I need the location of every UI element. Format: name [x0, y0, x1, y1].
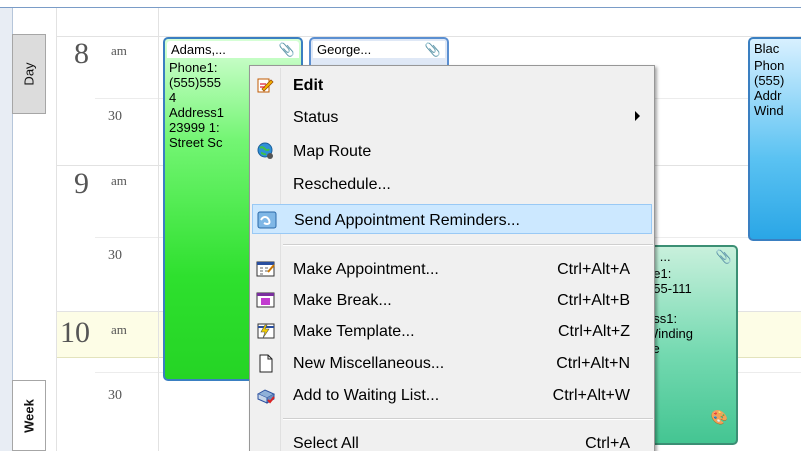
- paperclip-icon: 📎: [715, 249, 732, 264]
- hour-label-8: 8: [74, 37, 89, 70]
- menu-item-shortcut: Ctrl+A: [585, 435, 630, 451]
- hour-suffix-8: am: [111, 43, 127, 58]
- hour-suffix-9: am: [111, 173, 127, 188]
- menu-item-label: Make Appointment...: [293, 261, 439, 278]
- menu-item-make-break[interactable]: Make Break... Ctrl+Alt+B: [252, 285, 652, 315]
- header-divider: [0, 7, 801, 8]
- menu-item-add-waiting-list[interactable]: Add to Waiting List... Ctrl+Alt+W: [252, 380, 652, 410]
- menu-item-make-template[interactable]: Make Template... Ctrl+Alt+Z: [252, 316, 652, 346]
- menu-item-shortcut: Ctrl+Alt+A: [557, 261, 630, 278]
- menu-item-label: Make Template...: [293, 323, 415, 340]
- day-view-tab[interactable]: Day: [12, 34, 46, 114]
- menu-item-reschedule[interactable]: Reschedule...: [252, 169, 652, 199]
- appointment-george-title: George...: [317, 42, 372, 57]
- week-tab-label: Week: [21, 398, 37, 433]
- menu-item-shortcut: Ctrl+Alt+W: [552, 387, 630, 404]
- half-label-830: 30: [108, 109, 122, 124]
- menu-item-edit[interactable]: Edit: [252, 70, 652, 100]
- paperclip-icon: 📎: [278, 42, 295, 57]
- menu-item-label: Select All: [293, 435, 359, 451]
- menu-item-shortcut: Ctrl+Alt+B: [557, 292, 630, 309]
- menu-item-select-all[interactable]: Select All Ctrl+A: [252, 428, 652, 451]
- appointment-black-details: Phon (555) Addr Wind: [754, 58, 785, 118]
- half-label-930: 30: [108, 248, 122, 263]
- menu-item-label: Map Route: [293, 143, 372, 160]
- appointment-black-title: Blac: [754, 41, 780, 56]
- globe-map-icon: [256, 141, 276, 161]
- menu-separator-highlight: [283, 245, 653, 246]
- menu-item-make-appointment[interactable]: Make Appointment... Ctrl+Alt+A: [252, 254, 652, 284]
- context-menu: Edit Status Map Route Reschedule... Send…: [249, 65, 655, 451]
- document-icon: [256, 353, 276, 373]
- top-header-strip: [0, 0, 801, 8]
- half-label-1030: 30: [108, 388, 122, 403]
- calendar-appointment-icon: [256, 259, 276, 279]
- day-col-divider: [158, 8, 159, 451]
- menu-item-send-reminders[interactable]: Send Appointment Reminders...: [252, 204, 652, 234]
- menu-item-label: New Miscellaneous...: [293, 355, 445, 372]
- menu-item-label: Make Break...: [293, 292, 392, 309]
- appointment-black[interactable]: Blac Phon (555) Addr Wind: [748, 37, 801, 241]
- send-reminder-icon: [257, 210, 277, 230]
- edit-pencil-icon: [256, 75, 276, 95]
- menu-separator-highlight: [283, 419, 653, 420]
- day-tab-label: Day: [21, 62, 37, 86]
- palette-icon: 🎨: [710, 409, 728, 425]
- waiting-list-icon: [256, 385, 276, 405]
- menu-item-label: Add to Waiting List...: [293, 387, 440, 404]
- week-view-tab[interactable]: Week: [12, 380, 46, 451]
- appointment-adams-title: Adams,...: [171, 42, 226, 57]
- menu-item-status[interactable]: Status: [252, 102, 652, 132]
- menu-item-shortcut: Ctrl+Alt+N: [556, 355, 630, 372]
- time-col-divider: [56, 8, 57, 451]
- menu-item-label: Status: [293, 109, 339, 126]
- hour-label-9: 9: [74, 167, 89, 200]
- menu-item-shortcut: Ctrl+Alt+Z: [557, 323, 630, 340]
- menu-item-label: Reschedule...: [293, 176, 391, 193]
- hour-label-10: 10: [60, 316, 90, 349]
- break-calendar-icon: [256, 290, 276, 310]
- template-icon: [256, 321, 276, 341]
- menu-item-label: Edit: [293, 77, 324, 94]
- scheduler-window: Day Week 8 am 30 9 am 30 10 am 30 Adams,…: [0, 0, 801, 451]
- appointment-teal-details: ne1: 555-111 ess1: Winding ce: [646, 266, 693, 356]
- menu-item-new-miscellaneous[interactable]: New Miscellaneous... Ctrl+Alt+N: [252, 348, 652, 378]
- menu-item-label: Send Appointment Reminders...: [294, 212, 520, 229]
- paperclip-icon: 📎: [424, 42, 441, 57]
- menu-item-map-route[interactable]: Map Route: [252, 136, 652, 166]
- hour-suffix-10: am: [111, 322, 127, 337]
- submenu-arrow-icon: [635, 111, 640, 121]
